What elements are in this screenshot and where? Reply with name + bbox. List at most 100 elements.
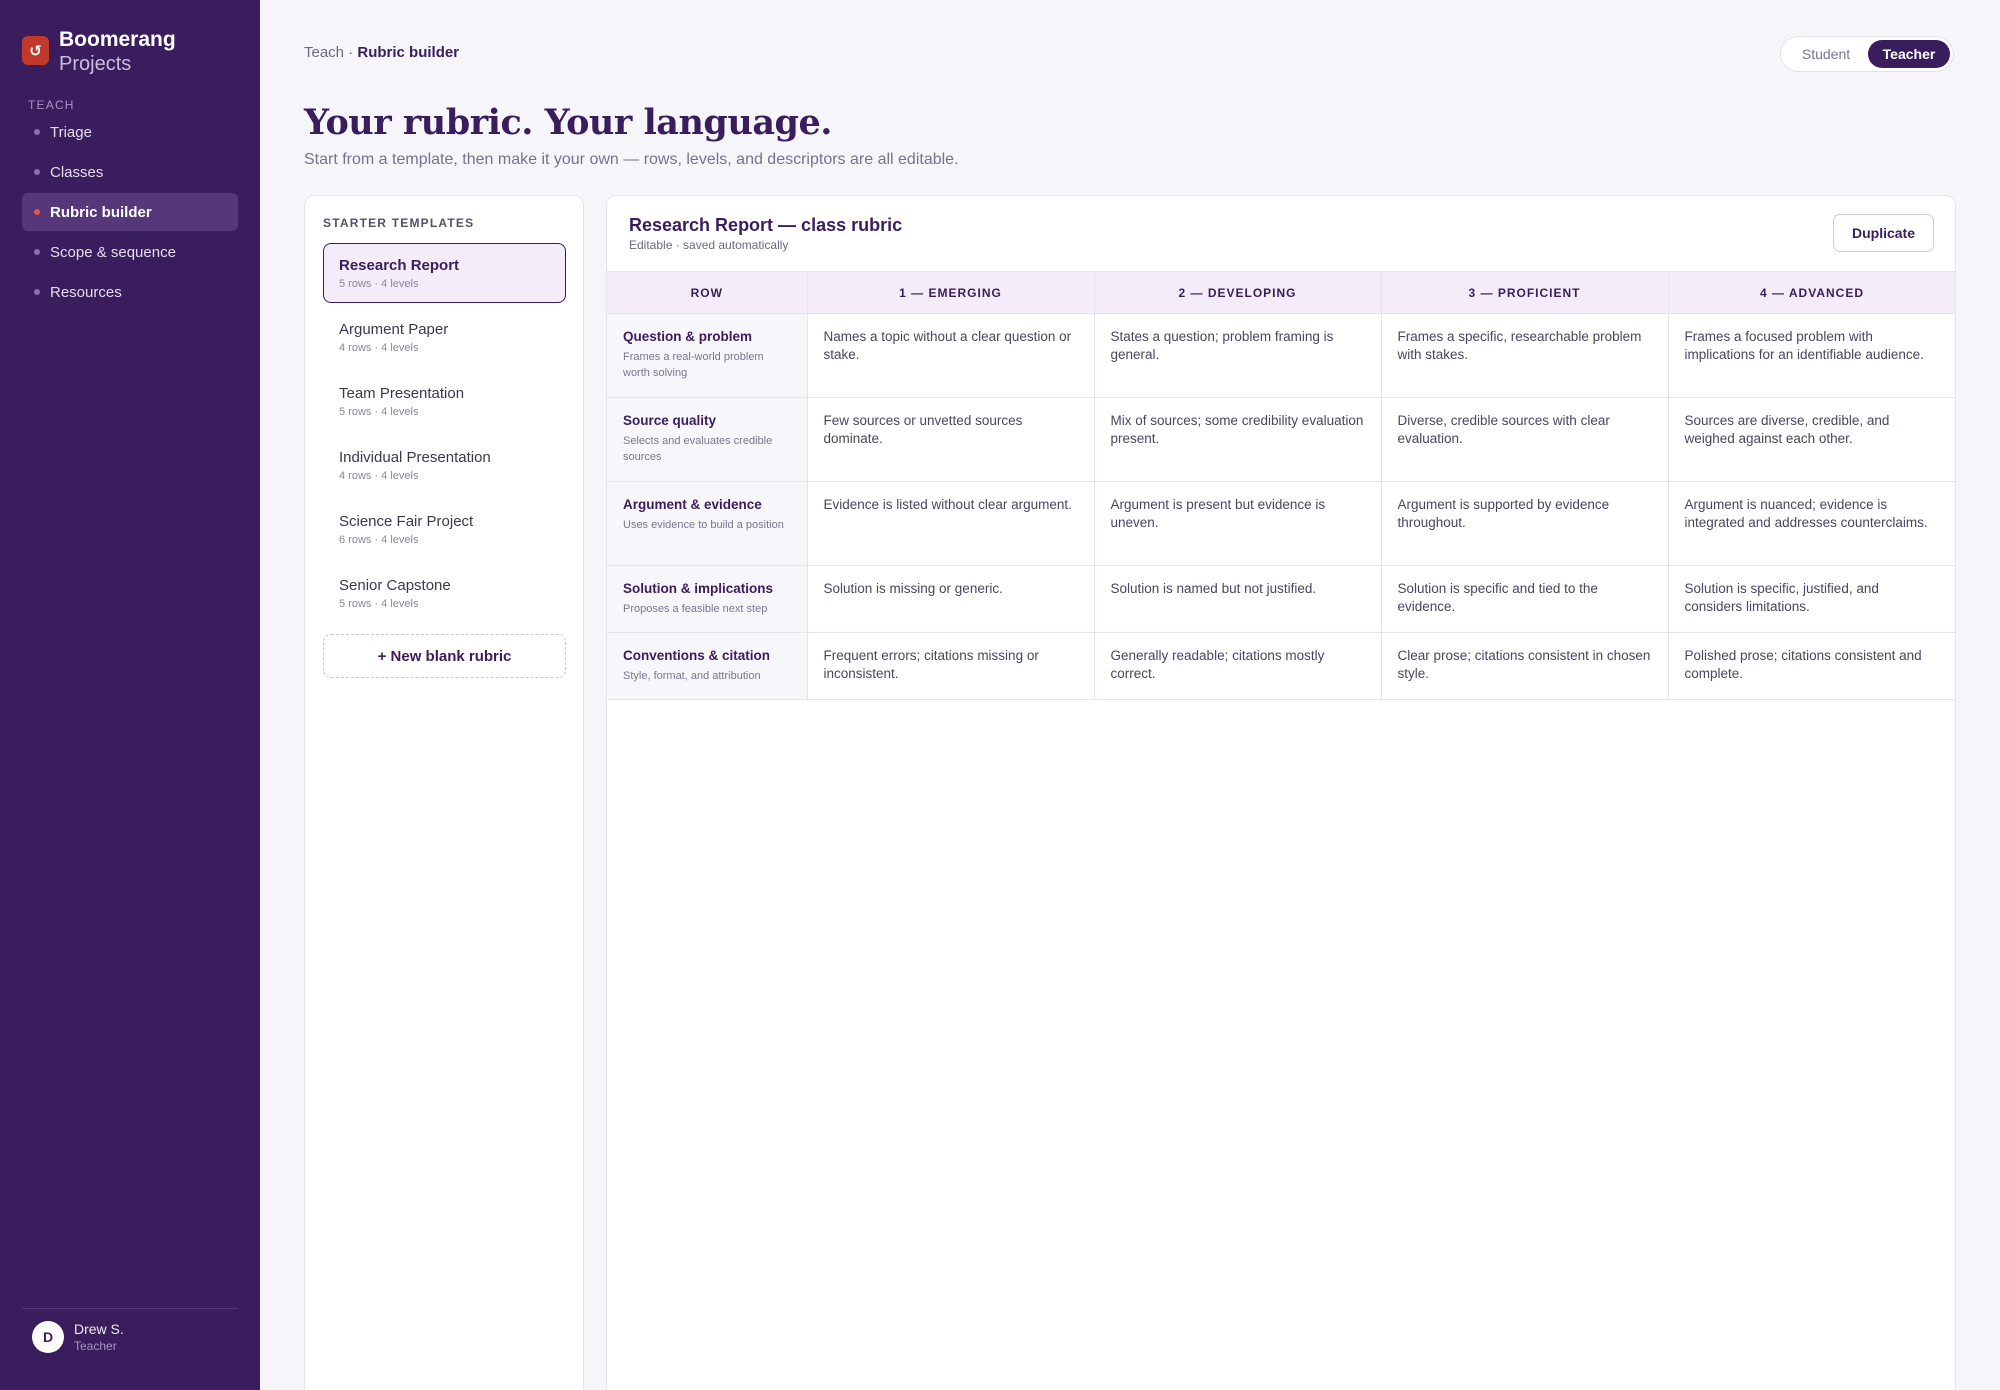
template-meta: 5 rows · 4 levels [339, 278, 419, 290]
template-science-fair-project[interactable]: Science Fair Project 6 rows · 4 levels [323, 499, 566, 559]
bullet-icon [34, 209, 40, 215]
descriptor-cell[interactable]: Solution is missing or generic. [807, 565, 1095, 633]
descriptor-cell[interactable]: Evidence is listed without clear argumen… [807, 481, 1095, 566]
template-meta: 5 rows · 4 levels [339, 598, 419, 610]
sidebar-item-label: Classes [50, 163, 104, 181]
descriptor-text: Clear prose; citations consistent in cho… [1397, 648, 1651, 681]
descriptor-cell[interactable]: Solution is named but not justified. [1094, 565, 1382, 633]
row-title: Solution & implications [623, 581, 774, 596]
bullet-icon [34, 129, 40, 135]
descriptor-cell[interactable]: Frames a focused problem with implicatio… [1668, 313, 1955, 398]
template-meta: 6 rows · 4 levels [339, 534, 419, 546]
user-meta: Drew S. Teacher [74, 1321, 124, 1353]
rubric-status: Editable · saved automatically [629, 238, 789, 252]
bullet-icon [34, 169, 40, 175]
descriptor-cell[interactable]: Polished prose; citations consistent and… [1668, 632, 1955, 700]
brand-subtitle: Projects [59, 53, 132, 75]
teacher-mode-button[interactable]: Teacher [1868, 40, 1950, 68]
row-header[interactable]: Argument & evidence Uses evidence to bui… [607, 481, 808, 566]
column-header-level-2[interactable]: 2 — DEVELOPING [1094, 271, 1382, 314]
descriptor-text: Argument is present but evidence is unev… [1110, 497, 1326, 530]
descriptor-text: Solution is missing or generic. [823, 581, 1003, 596]
descriptor-cell[interactable]: Frequent errors; citations missing or in… [807, 632, 1095, 700]
descriptor-cell[interactable]: Generally readable; citations mostly cor… [1094, 632, 1382, 700]
column-header-level-3[interactable]: 3 — PROFICIENT [1381, 271, 1669, 314]
rubric-table: ROW 1 — EMERGING 2 — DEVELOPING 3 — PROF… [607, 271, 1955, 700]
descriptor-cell[interactable]: Few sources or unvetted sources dominate… [807, 397, 1095, 482]
descriptor-cell[interactable]: Solution is specific, justified, and con… [1668, 565, 1955, 633]
mode-toggle: Student Teacher [1780, 36, 1954, 72]
sidebar-item-scope-sequence[interactable]: Scope & sequence [22, 233, 238, 271]
template-name: Science Fair Project [339, 513, 474, 530]
sidebar-item-label: Triage [50, 123, 92, 141]
template-senior-capstone[interactable]: Senior Capstone 5 rows · 4 levels [323, 563, 566, 623]
descriptor-text: Solution is specific and tied to the evi… [1397, 581, 1598, 614]
template-team-presentation[interactable]: Team Presentation 5 rows · 4 levels [323, 371, 566, 431]
row-header[interactable]: Conventions & citation Style, format, an… [607, 632, 808, 700]
table-row: Question & problem Frames a real-world p… [607, 313, 1955, 398]
descriptor-cell[interactable]: Names a topic without a clear question o… [807, 313, 1095, 398]
breadcrumb-current: Rubric builder [357, 44, 460, 61]
descriptor-cell[interactable]: Argument is present but evidence is unev… [1094, 481, 1382, 566]
template-individual-presentation[interactable]: Individual Presentation 4 rows · 4 level… [323, 435, 566, 495]
row-title: Conventions & citation [623, 648, 771, 663]
nav-section-label: TEACH [28, 98, 75, 112]
sidebar-nav: Triage Classes Rubric builder Scope & se… [22, 113, 238, 313]
template-meta: 4 rows · 4 levels [339, 470, 419, 482]
row-description: Uses evidence to build a position [623, 519, 784, 531]
breadcrumb-separator: · [344, 44, 358, 61]
brand-text: Boomerang Projects [59, 28, 176, 76]
template-name: Senior Capstone [339, 577, 451, 594]
descriptor-cell[interactable]: Mix of sources; some credibility evaluat… [1094, 397, 1382, 482]
templates-list: Research Report 5 rows · 4 levels Argume… [323, 243, 566, 627]
descriptor-cell[interactable]: Argument is supported by evidence throug… [1381, 481, 1669, 566]
row-header[interactable]: Source quality Selects and evaluates cre… [607, 397, 808, 482]
descriptor-cell[interactable]: Argument is nuanced; evidence is integra… [1668, 481, 1955, 566]
template-argument-paper[interactable]: Argument Paper 4 rows · 4 levels [323, 307, 566, 367]
row-description: Proposes a feasible next step [623, 603, 768, 615]
descriptor-text: Argument is nuanced; evidence is integra… [1684, 497, 1928, 530]
brand[interactable]: ↺ Boomerang Projects [22, 28, 176, 76]
descriptor-text: Polished prose; citations consistent and… [1684, 648, 1922, 681]
row-description: Selects and evaluates credible sources [623, 435, 773, 463]
templates-heading: STARTER TEMPLATES [323, 216, 475, 230]
descriptor-cell[interactable]: Diverse, credible sources with clear eva… [1381, 397, 1669, 482]
column-header-level-1[interactable]: 1 — EMERGING [807, 271, 1095, 314]
duplicate-button[interactable]: Duplicate [1833, 214, 1934, 252]
row-title: Source quality [623, 413, 717, 428]
descriptor-cell[interactable]: Frames a specific, researchable problem … [1381, 313, 1669, 398]
descriptor-cell[interactable]: Clear prose; citations consistent in cho… [1381, 632, 1669, 700]
breadcrumb: Teach · Rubric builder [304, 44, 459, 61]
template-research-report[interactable]: Research Report 5 rows · 4 levels [323, 243, 566, 303]
row-header[interactable]: Solution & implications Proposes a feasi… [607, 565, 808, 633]
sidebar-item-rubric-builder[interactable]: Rubric builder [22, 193, 238, 231]
descriptor-text: Frames a specific, researchable problem … [1397, 329, 1642, 362]
new-blank-rubric-button[interactable]: + New blank rubric [323, 634, 566, 678]
descriptor-cell[interactable]: Solution is specific and tied to the evi… [1381, 565, 1669, 633]
student-mode-button[interactable]: Student [1784, 40, 1868, 68]
column-header-row: ROW [607, 271, 808, 314]
descriptor-text: Frames a focused problem with implicatio… [1684, 329, 1924, 362]
descriptor-text: States a question; problem framing is ge… [1110, 329, 1334, 362]
sidebar: ↺ Boomerang Projects TEACH Triage Classe… [0, 0, 260, 1390]
sidebar-item-triage[interactable]: Triage [22, 113, 238, 151]
template-meta: 4 rows · 4 levels [339, 342, 419, 354]
descriptor-text: Sources are diverse, credible, and weigh… [1684, 413, 1890, 446]
descriptor-cell[interactable]: Sources are diverse, credible, and weigh… [1668, 397, 1955, 482]
brand-name: Boomerang [59, 28, 176, 51]
template-name: Team Presentation [339, 385, 465, 402]
sidebar-item-resources[interactable]: Resources [22, 273, 238, 311]
row-header[interactable]: Question & problem Frames a real-world p… [607, 313, 808, 398]
row-title: Argument & evidence [623, 497, 762, 512]
breadcrumb-root[interactable]: Teach [304, 44, 344, 61]
descriptor-cell[interactable]: States a question; problem framing is ge… [1094, 313, 1382, 398]
user-profile[interactable]: D Drew S. Teacher [22, 1308, 238, 1353]
sidebar-item-classes[interactable]: Classes [22, 153, 238, 191]
descriptor-text: Few sources or unvetted sources dominate… [823, 413, 1023, 446]
rubric-header-row: ROW 1 — EMERGING 2 — DEVELOPING 3 — PROF… [607, 271, 1955, 314]
column-header-level-4[interactable]: 4 — ADVANCED [1668, 271, 1955, 314]
template-name: Argument Paper [339, 321, 449, 338]
rubric-title[interactable]: Research Report — class rubric [629, 215, 902, 236]
rubric-editor-panel: Research Report — class rubric Editable … [606, 195, 1956, 1390]
descriptor-text: Frequent errors; citations missing or in… [823, 648, 1039, 681]
